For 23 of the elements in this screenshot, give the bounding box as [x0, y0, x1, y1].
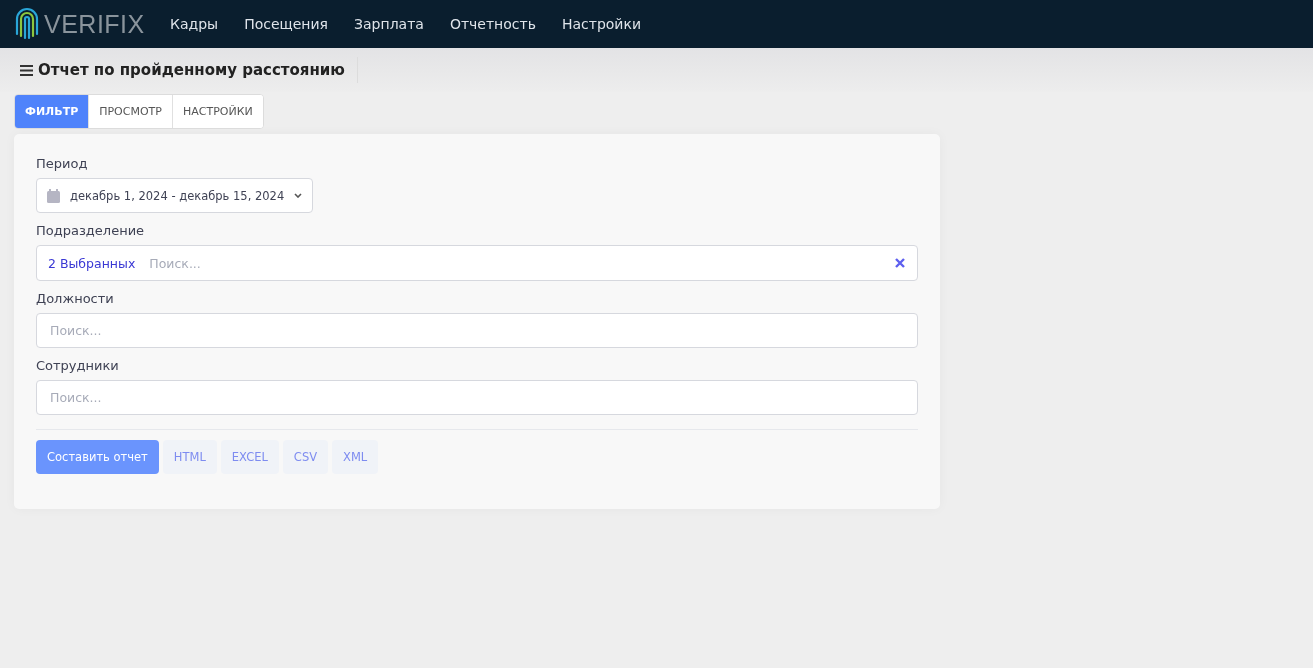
field-label: Подразделение: [36, 223, 146, 238]
nav-link[interactable]: Посещения: [244, 16, 329, 32]
fingerprint-logo-icon: [14, 6, 40, 42]
search-field[interactable]: Поиск...: [36, 380, 918, 415]
page-title: Отчет по пройденному расстоянию: [38, 61, 345, 79]
nav-link[interactable]: Кадры: [170, 16, 219, 32]
date-range-picker[interactable]: декабрь 1, 2024 - декабрь 15, 2024: [36, 178, 314, 213]
nav-link[interactable]: Зарплата: [354, 16, 424, 32]
field-label: Период: [36, 156, 89, 171]
nav-link[interactable]: Отчетность: [449, 16, 536, 32]
calendar-icon: [47, 188, 60, 203]
multiselect-field[interactable]: 2 Выбранных Поиск...: [36, 245, 918, 281]
selection-count: 2 Выбранных: [48, 255, 136, 271]
nav-link[interactable]: Настройки: [561, 16, 641, 32]
close-icon[interactable]: [895, 258, 905, 268]
chevron-down-icon: [294, 193, 303, 198]
tab[interactable]: ФИЛЬТР: [15, 95, 90, 128]
menu-icon[interactable]: [20, 64, 33, 76]
field-label: Сотрудники: [36, 358, 120, 373]
field-label: Должности: [36, 291, 115, 306]
search-input[interactable]: Поиск...: [147, 255, 895, 271]
search-field[interactable]: Поиск...: [36, 313, 918, 348]
logo-text: VERIFIX: [44, 9, 145, 39]
